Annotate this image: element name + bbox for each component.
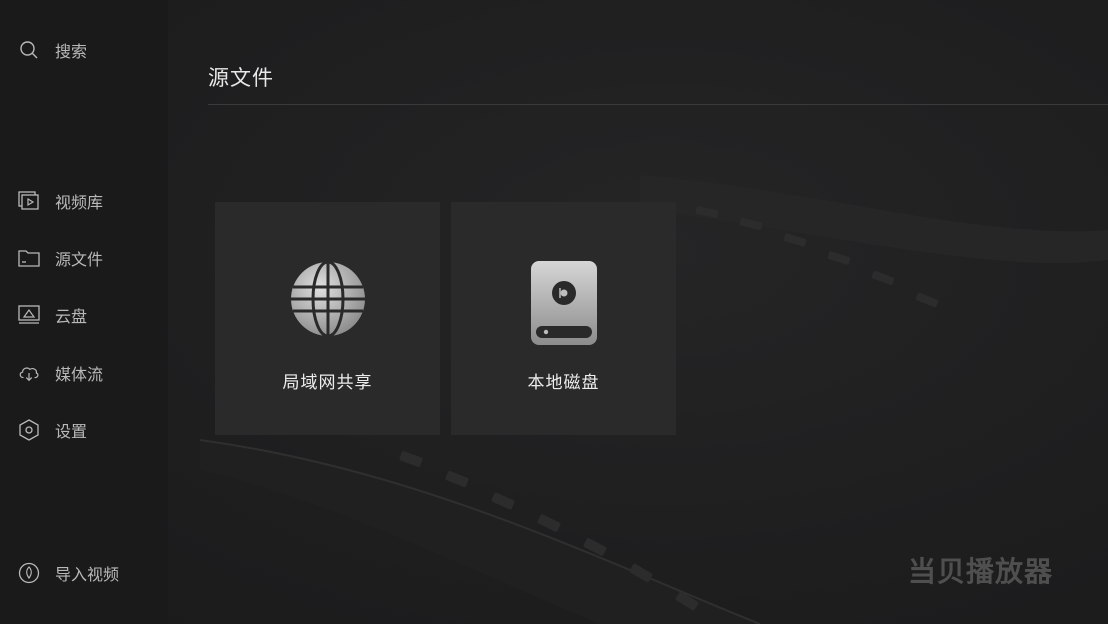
brand-watermark: 当贝播放器 <box>908 555 1054 588</box>
hard-disk-icon <box>530 260 598 350</box>
sidebar-item-import-video[interactable]: 导入视频 <box>18 561 119 585</box>
app-window: 搜索 视频库 源文件 云盘 媒体流 设置 导入视频 源文件 局域网共享 本地磁盘… <box>0 0 1108 624</box>
card-label: 局域网共享 <box>282 373 373 393</box>
sidebar-item-label: 搜索 <box>55 42 88 61</box>
title-divider <box>208 104 1108 105</box>
sidebar-item-cloud-drive[interactable]: 云盘 <box>18 303 87 327</box>
sidebar-item-settings[interactable]: 设置 <box>18 418 87 442</box>
page-title: 源文件 <box>208 66 274 90</box>
lan-share-card[interactable]: 局域网共享 <box>215 202 440 435</box>
sidebar-item-video-library[interactable]: 视频库 <box>18 189 103 213</box>
sidebar-item-label: 设置 <box>55 422 88 441</box>
sidebar-item-label: 云盘 <box>55 307 88 326</box>
sidebar: 搜索 视频库 源文件 云盘 媒体流 设置 导入视频 <box>0 0 168 624</box>
settings-hexagon-icon <box>18 419 40 441</box>
folder-icon <box>18 247 40 269</box>
sidebar-item-media-stream[interactable]: 媒体流 <box>18 361 103 385</box>
sidebar-item-search[interactable]: 搜索 <box>18 38 87 62</box>
local-disk-card[interactable]: 本地磁盘 <box>451 202 676 435</box>
sidebar-item-label: 视频库 <box>55 193 104 212</box>
video-library-icon <box>18 190 40 212</box>
search-icon <box>18 39 40 61</box>
globe-icon <box>289 260 367 342</box>
cloud-drive-icon <box>18 304 40 326</box>
sidebar-item-label: 媒体流 <box>55 365 104 384</box>
sidebar-item-label: 源文件 <box>55 250 104 269</box>
sidebar-item-label: 导入视频 <box>55 565 120 584</box>
cloud-stream-icon <box>18 362 40 384</box>
sidebar-item-source-files[interactable]: 源文件 <box>18 246 103 270</box>
import-pin-icon <box>18 562 40 584</box>
card-label: 本地磁盘 <box>527 373 600 393</box>
